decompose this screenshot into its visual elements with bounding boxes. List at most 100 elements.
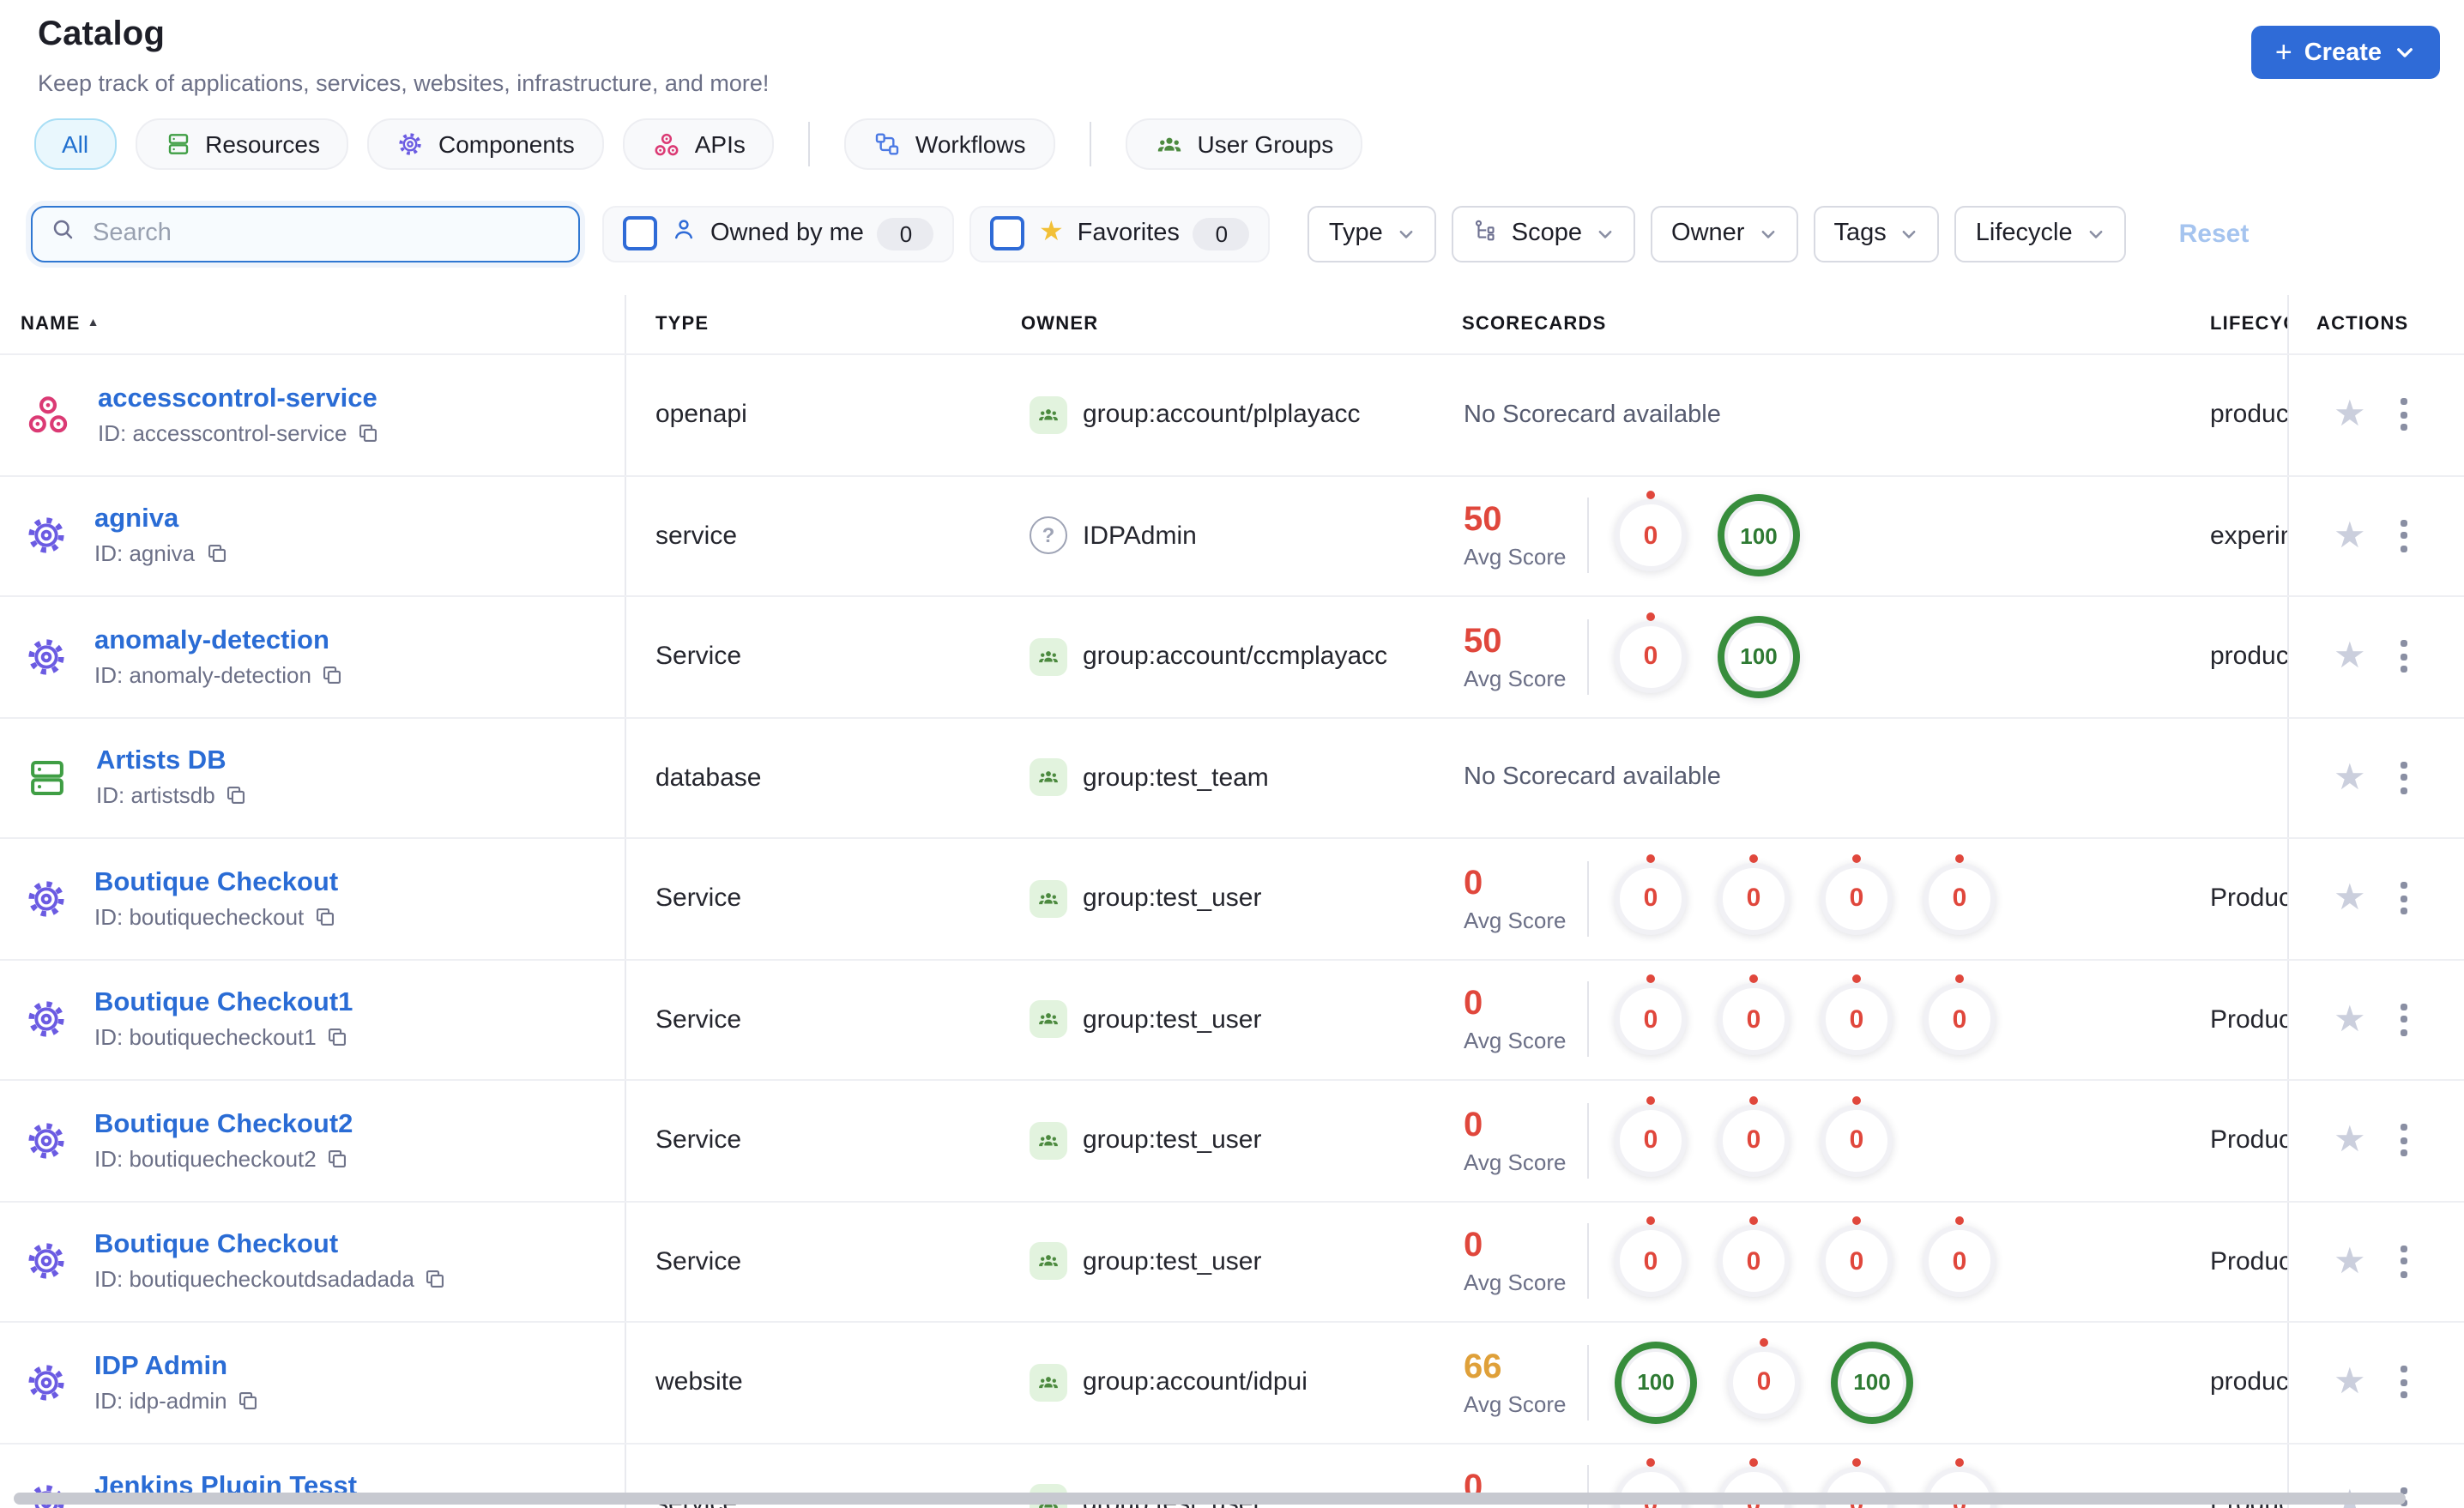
scorecard-score[interactable]: 0 bbox=[1923, 983, 1996, 1056]
page-subtitle: Keep track of applications, services, we… bbox=[38, 70, 770, 96]
scorecard-score[interactable]: 0 bbox=[1718, 983, 1790, 1056]
star-icon[interactable]: ★ bbox=[2334, 881, 2366, 917]
column-header-name[interactable]: NAME ▲ bbox=[0, 295, 626, 353]
column-header-scorecards[interactable]: SCORECARDS bbox=[1458, 314, 2210, 335]
kebab-menu-icon[interactable] bbox=[2395, 757, 2413, 799]
column-header-lifecycle[interactable]: LIFECYCLE bbox=[2210, 314, 2287, 335]
copy-icon[interactable] bbox=[205, 543, 227, 565]
entity-name-link[interactable]: IDP Admin bbox=[94, 1352, 260, 1383]
kebab-menu-icon[interactable] bbox=[2395, 998, 2413, 1041]
kebab-menu-icon[interactable] bbox=[2395, 1240, 2413, 1283]
horizontal-scrollbar[interactable] bbox=[14, 1493, 2406, 1505]
entity-id: ID: anomaly-detection bbox=[94, 661, 311, 688]
kebab-menu-icon[interactable] bbox=[2395, 878, 2413, 920]
scorecard-score[interactable]: 100 bbox=[1718, 494, 1800, 577]
entity-name-link[interactable]: Artists DB bbox=[96, 747, 248, 778]
type-dropdown[interactable]: Type bbox=[1307, 205, 1436, 262]
tab-resources[interactable]: Resources bbox=[135, 118, 349, 170]
tab-user-groups[interactable]: User Groups bbox=[1125, 118, 1363, 170]
tab-resources-label: Resources bbox=[205, 130, 320, 158]
entity-type: website bbox=[655, 1367, 743, 1397]
kebab-menu-icon[interactable] bbox=[2395, 1119, 2413, 1162]
owner-dropdown[interactable]: Owner bbox=[1651, 205, 1798, 262]
entity-id: ID: accesscontrol-service bbox=[98, 419, 347, 446]
scorecard-score[interactable]: 0 bbox=[1821, 1104, 1893, 1177]
copy-icon[interactable] bbox=[327, 1148, 349, 1170]
tab-user-groups-label: User Groups bbox=[1197, 130, 1334, 158]
avg-score-label: Avg Score bbox=[1464, 1270, 1567, 1296]
chevron-down-icon bbox=[2394, 41, 2416, 63]
copy-icon[interactable] bbox=[327, 1027, 349, 1049]
create-button[interactable]: + Create bbox=[2250, 26, 2440, 79]
lifecycle-dropdown-label: Lifecycle bbox=[1975, 220, 2073, 247]
favorites-checkbox[interactable] bbox=[990, 216, 1025, 250]
owned-by-me-count: 0 bbox=[877, 217, 934, 250]
copy-icon[interactable] bbox=[322, 664, 344, 686]
scorecard-score[interactable]: 0 bbox=[1728, 1346, 1800, 1419]
copy-icon[interactable] bbox=[314, 906, 336, 928]
avg-score-label: Avg Score bbox=[1464, 1390, 1567, 1417]
scorecard-score[interactable]: 100 bbox=[1718, 615, 1800, 698]
scorecard-score[interactable]: 0 bbox=[1615, 862, 1687, 935]
scorecard-score[interactable]: 100 bbox=[1831, 1341, 1913, 1424]
star-icon[interactable]: ★ bbox=[2334, 1002, 2366, 1038]
star-icon[interactable]: ★ bbox=[2334, 518, 2366, 554]
scorecard-score[interactable]: 0 bbox=[1615, 983, 1687, 1056]
scope-dropdown[interactable]: Scope bbox=[1451, 205, 1636, 262]
star-icon[interactable]: ★ bbox=[2334, 1365, 2366, 1401]
star-icon[interactable]: ★ bbox=[2334, 639, 2366, 675]
scorecard-score[interactable]: 0 bbox=[1821, 983, 1893, 1056]
copy-icon[interactable] bbox=[226, 785, 248, 807]
entity-name-link[interactable]: agniva bbox=[94, 505, 227, 536]
owned-by-me-checkbox[interactable] bbox=[623, 216, 657, 250]
scorecard-score[interactable]: 0 bbox=[1615, 499, 1687, 572]
kebab-menu-icon[interactable] bbox=[2395, 515, 2413, 558]
copy-icon[interactable] bbox=[425, 1269, 447, 1291]
table-row: IDP Admin ID: idp-admin website group:ac… bbox=[0, 1321, 2464, 1442]
entity-name-link[interactable]: accesscontrol-service bbox=[98, 384, 379, 415]
kebab-menu-icon[interactable] bbox=[2395, 636, 2413, 679]
scorecard-score[interactable]: 0 bbox=[1615, 620, 1687, 693]
copy-icon[interactable] bbox=[357, 422, 379, 444]
tags-dropdown[interactable]: Tags bbox=[1813, 205, 1940, 262]
reset-filters-link[interactable]: Reset bbox=[2179, 219, 2250, 248]
star-icon[interactable]: ★ bbox=[2334, 760, 2366, 796]
avg-score-value: 66 bbox=[1464, 1348, 1502, 1386]
group-icon bbox=[1030, 1242, 1067, 1281]
lifecycle-dropdown[interactable]: Lifecycle bbox=[1954, 205, 2126, 262]
entity-name-link[interactable]: anomaly-detection bbox=[94, 626, 344, 657]
favorites-filter[interactable]: ★ Favorites 0 bbox=[969, 205, 1271, 262]
tab-apis[interactable]: APIs bbox=[622, 118, 775, 170]
page-title: Catalog bbox=[38, 15, 166, 53]
scorecard-score[interactable]: 0 bbox=[1718, 1104, 1790, 1177]
entity-name-link[interactable]: Boutique Checkout bbox=[94, 868, 338, 899]
star-icon[interactable]: ★ bbox=[2334, 1123, 2366, 1159]
entity-name-link[interactable]: Boutique Checkout2 bbox=[94, 1110, 353, 1141]
entity-name-link[interactable]: Boutique Checkout1 bbox=[94, 989, 353, 1020]
column-header-owner[interactable]: OWNER bbox=[1004, 314, 1458, 335]
entity-name-link[interactable]: Boutique Checkout bbox=[94, 1231, 447, 1262]
scorecard-score[interactable]: 0 bbox=[1821, 1225, 1893, 1298]
kebab-menu-icon[interactable] bbox=[2395, 394, 2413, 437]
tab-workflows[interactable]: Workflows bbox=[844, 118, 1055, 170]
scorecard-score[interactable]: 0 bbox=[1718, 862, 1790, 935]
owned-by-me-filter[interactable]: Owned by me 0 bbox=[602, 205, 955, 262]
star-icon[interactable]: ★ bbox=[2334, 1244, 2366, 1280]
scorecard-score[interactable]: 0 bbox=[1615, 1225, 1687, 1298]
workflow-icon bbox=[874, 130, 902, 158]
star-icon[interactable]: ★ bbox=[2334, 397, 2366, 433]
scorecard-score[interactable]: 0 bbox=[1821, 862, 1893, 935]
avg-score-value: 0 bbox=[1464, 1227, 1483, 1265]
scorecard-score[interactable]: 0 bbox=[1923, 862, 1996, 935]
tab-all[interactable]: All bbox=[34, 118, 117, 170]
search-input[interactable] bbox=[89, 218, 561, 249]
scorecard-score[interactable]: 100 bbox=[1615, 1341, 1697, 1424]
kebab-menu-icon[interactable] bbox=[2395, 1361, 2413, 1404]
copy-icon[interactable] bbox=[238, 1390, 260, 1412]
avg-score-label: Avg Score bbox=[1464, 544, 1567, 570]
tab-components[interactable]: Components bbox=[367, 118, 604, 170]
scorecard-score[interactable]: 0 bbox=[1718, 1225, 1790, 1298]
column-header-type[interactable]: TYPE bbox=[626, 314, 1004, 335]
scorecard-score[interactable]: 0 bbox=[1923, 1225, 1996, 1298]
scorecard-score[interactable]: 0 bbox=[1615, 1104, 1687, 1177]
